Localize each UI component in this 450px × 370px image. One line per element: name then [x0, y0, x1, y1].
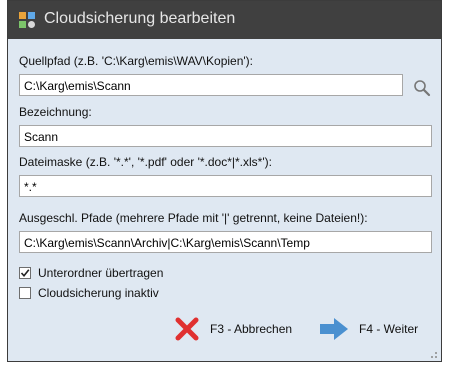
name-label: Bezeichnung: [19, 105, 92, 119]
subfolders-checkbox[interactable] [19, 267, 31, 279]
subfolders-option[interactable]: Unterordner übertragen [19, 265, 163, 281]
cancel-x-icon [175, 317, 199, 341]
cancel-button[interactable]: F3 - Abbrechen [174, 316, 292, 342]
file-mask-label: Dateimaske (z.B. '*.*', '*.pdf' oder '*.… [19, 155, 272, 169]
next-button-label: F4 - Weiter [359, 322, 419, 336]
inactive-checkbox[interactable] [19, 287, 31, 299]
subfolders-label: Unterordner übertragen [38, 266, 164, 280]
excluded-paths-input[interactable]: C:\Karg\emis\Scann\Archiv|C:\Karg\emis\S… [19, 231, 432, 253]
title-bar[interactable]: Cloudsicherung bearbeiten [8, 1, 441, 39]
cancel-button-label: F3 - Abbrechen [210, 322, 293, 336]
dialog-title: Cloudsicherung bearbeiten [44, 10, 236, 27]
cloud-backup-icon [19, 12, 35, 28]
source-path-label: Quellpfad (z.B. 'C:\Karg\emis\WAV\Kopien… [19, 54, 253, 68]
source-path-input[interactable]: C:\Karg\emis\Scann [19, 74, 403, 96]
checkmark-icon [20, 269, 30, 278]
inactive-label: Cloudsicherung inaktiv [38, 286, 159, 300]
edit-cloud-backup-dialog: Cloudsicherung bearbeiten Quellpfad (z.B… [7, 0, 442, 362]
next-button[interactable]: F4 - Weiter [319, 316, 418, 342]
name-input[interactable]: Scann [19, 125, 432, 147]
excluded-paths-label: Ausgeschl. Pfade (mehrere Pfade mit '|' … [19, 211, 368, 225]
search-icon[interactable] [413, 79, 431, 97]
arrow-right-icon [320, 318, 348, 340]
resize-grip-icon[interactable] [428, 349, 438, 359]
inactive-option[interactable]: Cloudsicherung inaktiv [19, 285, 159, 301]
file-mask-input[interactable]: *.* [19, 175, 432, 197]
